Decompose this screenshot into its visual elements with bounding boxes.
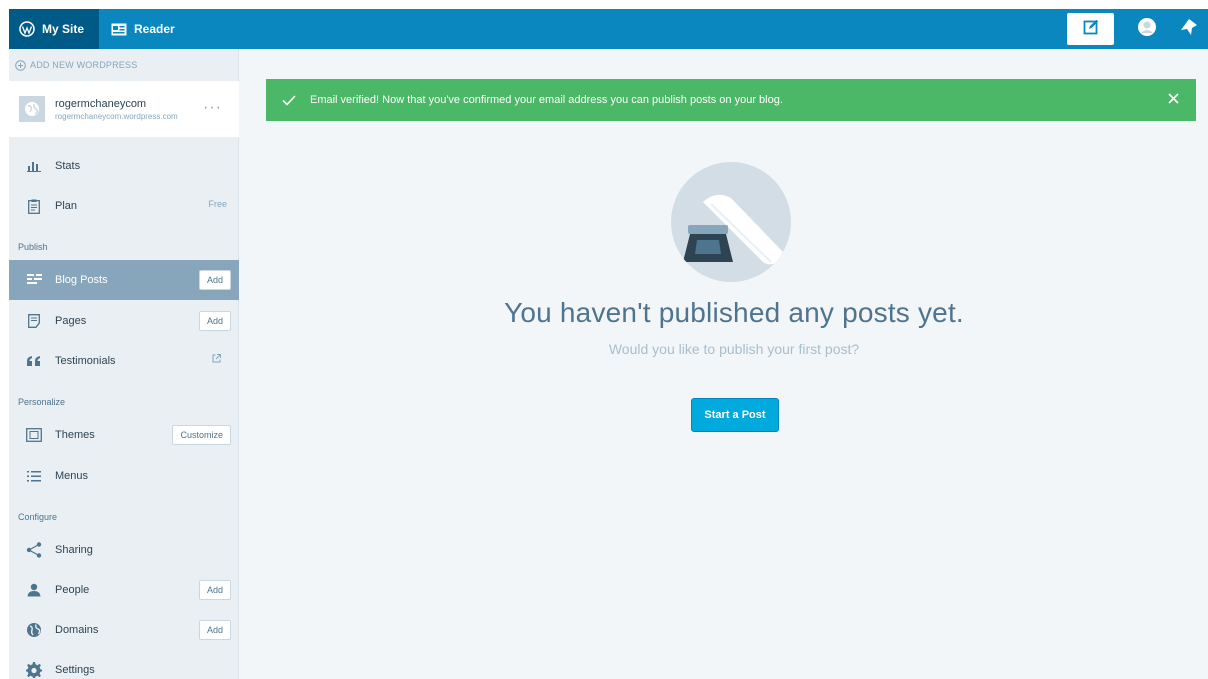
site-url: rogermchaneycom.wordpress.com xyxy=(55,111,178,121)
sidebar-item-testimonials[interactable]: Testimonials xyxy=(9,341,239,381)
plus-circle-icon xyxy=(15,59,26,71)
sidebar-item-label: Plan xyxy=(55,200,78,212)
close-icon xyxy=(1167,93,1179,107)
section-heading-configure: Configure xyxy=(18,512,58,522)
themes-icon xyxy=(25,426,43,444)
empty-state-title: You haven't published any posts yet. xyxy=(504,297,964,328)
quote-icon xyxy=(25,352,43,370)
email-verified-notice: Email verified! Now that you've confirme… xyxy=(266,79,1196,121)
sidebar-item-domains[interactable]: Domains Add xyxy=(9,610,239,650)
add-people-button[interactable]: Add xyxy=(198,580,231,600)
add-domain-button[interactable]: Add xyxy=(198,620,231,640)
gear-icon xyxy=(25,661,43,679)
notice-text: Email verified! Now that you've confirme… xyxy=(310,94,783,106)
reader-icon xyxy=(111,23,127,36)
sidebar-item-label: Menus xyxy=(55,470,89,482)
start-post-button[interactable]: Start a Post xyxy=(691,398,779,432)
share-icon xyxy=(25,541,43,559)
posts-icon xyxy=(25,271,43,289)
external-link-icon xyxy=(212,354,221,366)
wordpress-logo-icon xyxy=(19,21,35,37)
masterbar: My Site Reader xyxy=(9,9,1208,49)
write-post-button[interactable] xyxy=(1067,13,1114,45)
notifications-icon xyxy=(1180,18,1198,41)
site-name: rogermchaneycom xyxy=(55,97,147,110)
add-blog-post-button[interactable]: Add xyxy=(198,270,231,290)
sidebar-item-themes[interactable]: Themes Customize xyxy=(9,415,239,455)
empty-posts-illustration xyxy=(671,162,791,282)
site-more-options-button[interactable]: ··· xyxy=(203,99,222,117)
sidebar-item-label: Stats xyxy=(55,160,81,172)
add-new-site-link[interactable]: ADD NEW WORDPRESS xyxy=(9,49,239,81)
customize-button[interactable]: Customize xyxy=(172,425,231,445)
app-window: My Site Reader ADD NEW WORDPRESS rogermc… xyxy=(9,9,1208,679)
sidebar-item-label: Settings xyxy=(55,664,95,676)
sidebar-item-blog-posts[interactable]: Blog Posts Add xyxy=(9,260,239,300)
reader-label: Reader xyxy=(134,22,175,36)
plan-icon xyxy=(25,197,43,215)
sidebar-item-label: Pages xyxy=(55,315,87,327)
my-site-tab[interactable]: My Site xyxy=(9,9,99,49)
stats-icon xyxy=(25,157,43,175)
current-site-card[interactable]: rogermchaneycom rogermchaneycom.wordpres… xyxy=(9,81,239,137)
sidebar-item-label: Domains xyxy=(55,624,99,636)
sidebar-item-label: Themes xyxy=(55,429,95,441)
my-site-label: My Site xyxy=(42,22,85,36)
sidebar-item-stats[interactable]: Stats xyxy=(9,146,239,186)
section-heading-publish: Publish xyxy=(18,242,48,252)
person-icon xyxy=(25,581,43,599)
add-new-site-label: ADD NEW WORDPRESS xyxy=(30,60,138,70)
sidebar-item-menus[interactable]: Menus xyxy=(9,456,239,496)
checkmark-icon xyxy=(282,94,296,106)
empty-state-message: Would you like to publish your first pos… xyxy=(608,341,860,357)
avatar-icon xyxy=(1137,17,1157,42)
sidebar-item-label: Sharing xyxy=(55,544,93,556)
me-button[interactable] xyxy=(1129,9,1165,49)
sidebar-item-people[interactable]: People Add xyxy=(9,570,239,610)
write-post-icon xyxy=(1083,19,1099,40)
section-heading-personalize: Personalize xyxy=(18,397,66,407)
sidebar-item-label: People xyxy=(55,584,90,596)
plan-badge: Free xyxy=(208,199,227,209)
pages-icon xyxy=(25,312,43,330)
sidebar-item-plan[interactable]: Plan Free xyxy=(9,186,239,226)
sidebar-item-pages[interactable]: Pages Add xyxy=(9,301,239,341)
sidebar-item-label: Blog Posts xyxy=(55,274,108,286)
reader-tab[interactable]: Reader xyxy=(99,9,185,49)
site-globe-icon xyxy=(19,96,45,122)
sidebar-item-label: Testimonials xyxy=(55,355,116,367)
sidebar-item-sharing[interactable]: Sharing xyxy=(9,530,239,570)
menus-icon xyxy=(25,467,43,485)
add-page-button[interactable]: Add xyxy=(198,311,231,331)
notifications-button[interactable] xyxy=(1171,9,1207,49)
globe-icon xyxy=(25,621,43,639)
sidebar: ADD NEW WORDPRESS rogermchaneycom rogerm… xyxy=(9,49,239,679)
sidebar-item-settings[interactable]: Settings xyxy=(9,650,239,679)
notice-close-button[interactable] xyxy=(1164,91,1182,109)
